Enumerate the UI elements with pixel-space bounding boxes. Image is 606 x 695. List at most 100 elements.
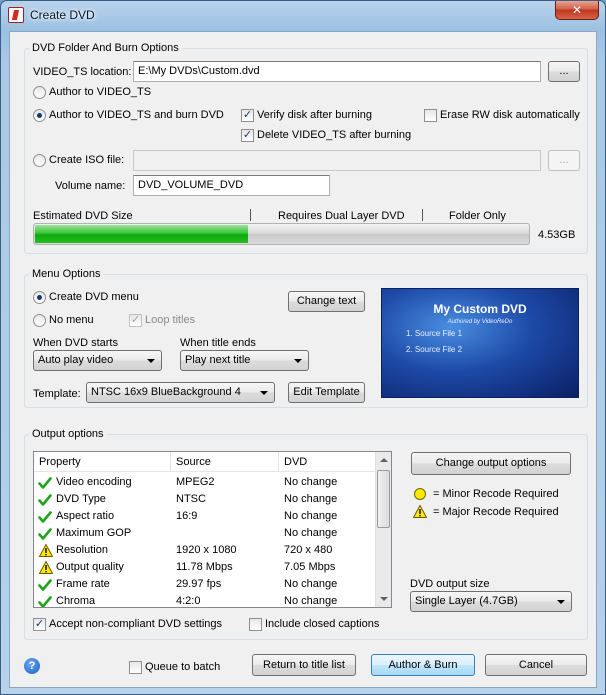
menu-preview-image: My Custom DVD Authored by VideoReDo 1. S… — [381, 288, 579, 398]
cancel-button[interactable]: Cancel — [485, 654, 587, 676]
delete-video-ts-checkbox[interactable]: ✓ — [241, 129, 254, 142]
cell-source: 29.97 fps — [176, 578, 222, 590]
create-dvd-menu-radio[interactable] — [33, 291, 46, 304]
dual-layer-label: Requires Dual Layer DVD — [278, 210, 405, 222]
no-menu-radio[interactable] — [33, 314, 46, 327]
closed-captions-label: Include closed captions — [265, 618, 380, 630]
close-button[interactable]: ✕ — [555, 1, 599, 20]
template-select[interactable]: NTSC 16x9 BlueBackground 4 — [86, 382, 275, 403]
cell-dvd: No change — [284, 510, 338, 522]
scrollbar-thumb[interactable] — [377, 470, 390, 528]
create-dvd-menu-label: Create DVD menu — [49, 291, 139, 303]
iso-file-input[interactable] — [133, 150, 541, 171]
dvd-output-size-select[interactable]: Single Layer (4.7GB) — [410, 591, 572, 612]
major-recode-icon — [413, 505, 427, 518]
table-row[interactable]: Video encoding MPEG2 No change — [34, 474, 377, 491]
cell-source: 11.78 Mbps — [176, 561, 233, 573]
loop-titles-label: Loop titles — [145, 314, 196, 326]
window-title: Create DVD — [30, 8, 95, 22]
cell-property: Chroma — [56, 595, 96, 607]
table-row[interactable]: Aspect ratio 16:9 No change — [34, 508, 377, 525]
app-icon — [8, 7, 24, 23]
create-iso-radio[interactable] — [33, 154, 46, 167]
column-header-dvd[interactable]: DVD — [279, 452, 377, 472]
verify-disk-checkbox[interactable]: ✓ — [241, 109, 254, 122]
dialog-body: DVD Folder And Burn Options VIDEO_TS loc… — [9, 31, 597, 688]
cell-source: NTSC — [176, 493, 206, 505]
dvd-size-progress-fill — [35, 225, 248, 243]
change-text-button[interactable]: Change text — [288, 291, 365, 312]
major-recode-label: = Major Recode Required — [433, 506, 559, 518]
video-ts-location-input[interactable]: E:\My DVDs\Custom.dvd — [133, 61, 541, 82]
author-and-burn-label: Author to VIDEO_TS and burn DVD — [49, 109, 224, 121]
warning-icon — [39, 544, 53, 557]
scroll-down-icon[interactable] — [380, 597, 388, 601]
list-scrollbar[interactable] — [375, 452, 391, 607]
folder-only-marker — [422, 209, 423, 221]
queue-to-batch-checkbox[interactable] — [129, 661, 142, 674]
cell-property: DVD Type — [56, 493, 106, 505]
change-output-options-button[interactable]: Change output options — [411, 452, 571, 475]
preview-subtitle: Authored by VideoReDo — [447, 319, 513, 325]
template-label: Template: — [33, 388, 81, 400]
cell-property: Output quality — [56, 561, 124, 573]
chevron-down-icon — [557, 600, 565, 604]
checkmark-icon — [38, 511, 52, 523]
checkmark-icon — [38, 528, 52, 540]
edit-template-button[interactable]: Edit Template — [288, 382, 365, 403]
volume-name-label: Volume name: — [55, 180, 126, 192]
output-options-group: Output options Property Source DVD Video… — [24, 427, 588, 640]
cell-property: Aspect ratio — [56, 510, 115, 522]
cell-dvd: No change — [284, 476, 338, 488]
closed-captions-checkbox[interactable] — [249, 618, 262, 631]
erase-rw-checkbox[interactable] — [424, 109, 437, 122]
cell-source: 4:2:0 — [176, 595, 201, 607]
checkmark-icon — [38, 477, 52, 489]
table-row[interactable]: Output quality 11.78 Mbps 7.05 Mbps — [34, 559, 377, 576]
loop-titles-checkbox[interactable]: ✓ — [129, 314, 142, 327]
create-iso-label: Create ISO file: — [49, 154, 125, 166]
when-dvd-starts-select[interactable]: Auto play video — [33, 350, 162, 371]
erase-rw-label: Erase RW disk automatically — [440, 109, 580, 121]
minor-recode-label: = Minor Recode Required — [433, 488, 559, 500]
dvd-output-size-value: Single Layer (4.7GB) — [415, 595, 518, 607]
table-row[interactable]: Resolution 1920 x 1080 720 x 480 — [34, 542, 377, 559]
when-title-ends-select[interactable]: Play next title — [180, 350, 309, 371]
table-row[interactable]: Frame rate 29.97 fps No change — [34, 576, 377, 593]
return-to-title-list-button[interactable]: Return to title list — [252, 654, 356, 676]
video-ts-browse-button[interactable]: ... — [548, 61, 580, 82]
estimated-size-label: Estimated DVD Size — [33, 210, 133, 222]
author-and-burn-radio[interactable] — [33, 109, 46, 122]
table-row[interactable]: Maximum GOP No change — [34, 525, 377, 542]
queue-to-batch-label: Queue to batch — [145, 661, 221, 673]
create-dvd-window: Create DVD ✕ DVD Folder And Burn Options… — [0, 0, 606, 695]
author-and-burn-button[interactable]: Author & Burn — [371, 654, 475, 676]
table-row[interactable]: Chroma 4:2:0 No change — [34, 593, 377, 607]
volume-name-input[interactable]: DVD_VOLUME_DVD — [133, 175, 330, 196]
cell-dvd: No change — [284, 493, 338, 505]
checkmark-icon — [38, 579, 52, 591]
output-options-group-title: Output options — [29, 427, 107, 441]
output-properties-list[interactable]: Property Source DVD Video encoding MPEG2 N… — [33, 451, 392, 608]
chevron-down-icon — [260, 391, 268, 395]
author-video-ts-radio[interactable] — [33, 86, 46, 99]
column-header-source[interactable]: Source — [171, 452, 279, 472]
template-value: NTSC 16x9 BlueBackground 4 — [91, 386, 241, 398]
when-title-ends-label: When title ends — [180, 337, 256, 349]
cell-property: Video encoding — [56, 476, 132, 488]
menu-options-group: Menu Options Create DVD menu No menu ✓ L… — [24, 267, 588, 408]
table-row[interactable]: DVD Type NTSC No change — [34, 491, 377, 508]
cell-property: Frame rate — [56, 578, 110, 590]
cell-dvd: 7.05 Mbps — [284, 561, 336, 573]
preview-title: My Custom DVD — [433, 302, 527, 316]
delete-video-ts-label: Delete VIDEO_TS after burning — [257, 129, 412, 141]
iso-browse-button[interactable]: ... — [548, 150, 580, 171]
warning-icon — [39, 561, 53, 574]
no-menu-label: No menu — [49, 314, 94, 326]
help-icon[interactable]: ? — [24, 658, 40, 674]
cell-property: Maximum GOP — [56, 527, 132, 539]
accept-non-compliant-checkbox[interactable]: ✓ — [33, 618, 46, 631]
scroll-up-icon[interactable] — [380, 458, 388, 462]
when-dvd-starts-label: When DVD starts — [33, 337, 118, 349]
column-header-property[interactable]: Property — [34, 452, 171, 472]
